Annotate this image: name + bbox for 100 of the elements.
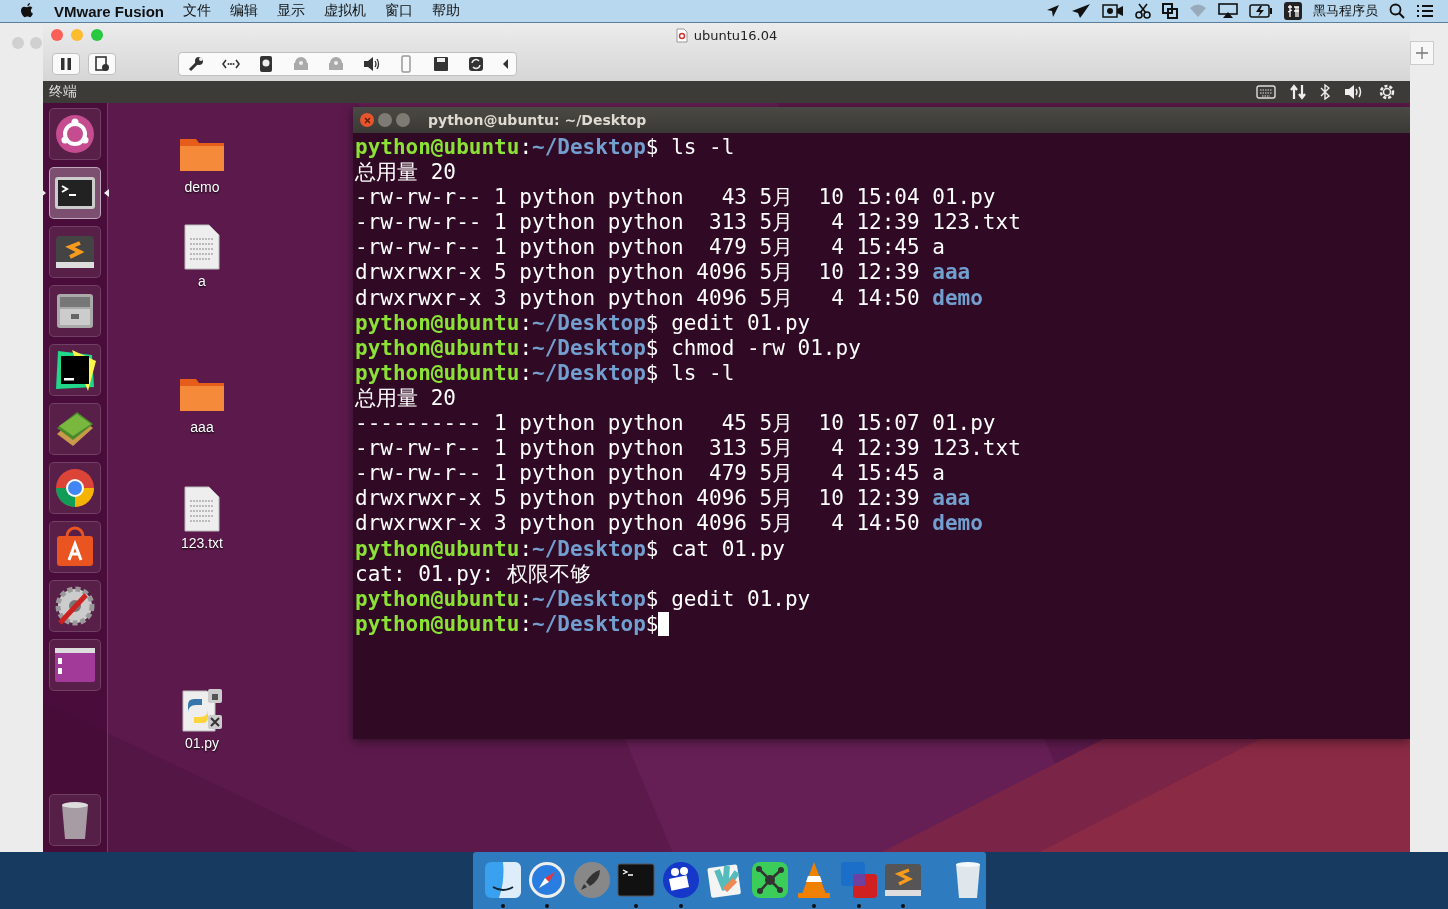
airplay-icon[interactable] [1218,3,1238,19]
location-icon[interactable] [1046,4,1060,18]
file-listing-text: drwxrwxr-x 3 python python 4096 5月 4 14:50 [355,285,921,311]
sublime-launcher-button[interactable] [49,226,101,278]
window-title: ubuntu16.04 [693,27,778,43]
window-title: python@ubuntu: ~/Desktop [428,112,647,128]
file-listing-text: drwxrwxr-x 5 python python 4096 5月 10 12:39 [355,486,921,512]
file-listing-text: -rw-rw-r-- 1 python python 43 5月 10 15:04 [355,185,921,211]
prompt-symbol: $ [645,310,659,336]
snapshot-button[interactable] [88,53,116,75]
send-icon[interactable] [1071,3,1091,19]
floppy-icon[interactable] [432,55,450,73]
keyboard-icon[interactable] [1256,85,1276,99]
store-launcher-button[interactable] [49,521,101,573]
file-name: a [932,461,945,487]
prompt-path: ~/Desktop [532,135,646,161]
prompt-path: ~/Desktop [532,360,646,386]
input-method-icon[interactable] [1284,2,1302,20]
document-icon [675,27,688,43]
chrome-launcher-button[interactable] [49,462,101,514]
close-button[interactable] [51,29,63,41]
command-text: cat 01.py [670,536,785,562]
close-icon [363,116,371,124]
prompt-separator: : [519,586,533,612]
camera-icon[interactable] [1102,4,1124,18]
prompt-symbol: $ [645,335,659,361]
trash-launcher-button[interactable] [49,794,101,846]
menu-item[interactable]: 虚拟机 [324,2,367,20]
app-menu[interactable]: VMware Fusion [54,2,165,20]
prompt-user: python@ubuntu [355,310,520,336]
prompt-separator: : [519,310,533,336]
network-arrows-icon[interactable] [1290,84,1306,100]
video-dock-icon[interactable] [660,859,701,900]
menu-item[interactable]: 文件 [183,2,212,20]
output-text: 总用量 20 [355,385,456,412]
prompt-user: python@ubuntu [355,360,520,386]
prompt-user: python@ubuntu [355,135,520,161]
file-name: aaa [932,260,971,286]
prompt-user: python@ubuntu [355,335,520,361]
snapshot-icon [94,56,110,72]
windows-icon[interactable] [1162,3,1178,19]
prompt-path: ~/Desktop [532,611,646,637]
prompt-separator: : [519,536,533,562]
menu-item[interactable]: 编辑 [230,2,259,20]
launchpad-dock-icon[interactable] [571,859,612,900]
command-text: chmod -rw 01.py [670,335,861,361]
file-listing-text: -rw-rw-r-- 1 python python 313 5月 4 12:39 [355,436,921,462]
file-name: 123.txt [932,436,1021,462]
minimize-button[interactable] [378,113,392,127]
output-text: 总用量 20 [355,160,456,186]
prompt-symbol: $ [645,586,659,612]
finder-dock-icon[interactable] [482,859,523,900]
list-icon[interactable] [1416,4,1434,18]
workspaces-launcher-button[interactable] [49,639,101,691]
speaker-icon[interactable] [362,55,380,73]
user-menu[interactable]: 黑马程序员 [1313,2,1378,20]
maximize-button[interactable] [396,113,410,127]
bluetooth-icon[interactable] [1320,84,1330,100]
terminal-launcher-button[interactable] [49,167,101,219]
apple-icon[interactable] [20,3,34,19]
search-icon[interactable] [1389,3,1405,19]
file-listing-text: -rw-rw-r-- 1 python python 313 5月 4 12:39 [355,210,921,236]
files-launcher-button[interactable] [49,285,101,337]
file-name: aaa [932,486,971,512]
prompt-user: python@ubuntu [355,536,520,562]
desktop-icon-label: 01.py [184,735,220,751]
volume-icon[interactable] [1344,84,1364,100]
sync-icon[interactable] [467,55,485,73]
prompt-path: ~/Desktop [532,586,646,612]
menu-item[interactable]: 显示 [277,2,306,20]
mindmap-dock-icon[interactable] [749,859,790,900]
dash-launcher-button[interactable] [49,108,101,160]
file-listing-text: ---------- 1 python python 45 5月 10 15:07 [355,411,921,437]
prompt-separator: : [519,360,533,386]
prompt-symbol: $ [645,360,659,386]
wrench-icon[interactable] [187,55,205,73]
command-text: gedit 01.py [670,310,811,336]
prompt-separator: : [519,611,533,637]
scissors-icon[interactable] [1135,3,1151,19]
file-name: a [932,235,945,261]
menu-item[interactable]: 帮助 [432,2,461,20]
file-listing-text: drwxrwxr-x 3 python python 4096 5月 4 14:50 [355,511,921,537]
plus-icon [1416,47,1428,59]
new-tab-button[interactable] [1410,41,1434,65]
output-text: cat: 01.py: 权限不够 [355,561,591,587]
books-launcher-button[interactable] [49,403,101,455]
pause-button[interactable] [52,53,80,75]
command-text: ls -l [670,135,735,161]
prompt-separator: : [519,135,533,161]
close-button[interactable] [360,113,374,127]
pause-icon [60,57,72,71]
caret-icon[interactable] [502,58,510,70]
safari-dock-icon[interactable] [527,859,567,900]
battery-icon[interactable] [1249,4,1273,18]
settings-launcher-button[interactable] [49,580,101,632]
pycharm-launcher-button[interactable] [49,344,101,396]
menu-item[interactable]: 窗口 [385,2,414,20]
prompt-user: python@ubuntu [355,611,520,637]
power-gear-icon[interactable] [1378,83,1396,101]
desktop-icon-label: 123.txt [181,535,223,551]
